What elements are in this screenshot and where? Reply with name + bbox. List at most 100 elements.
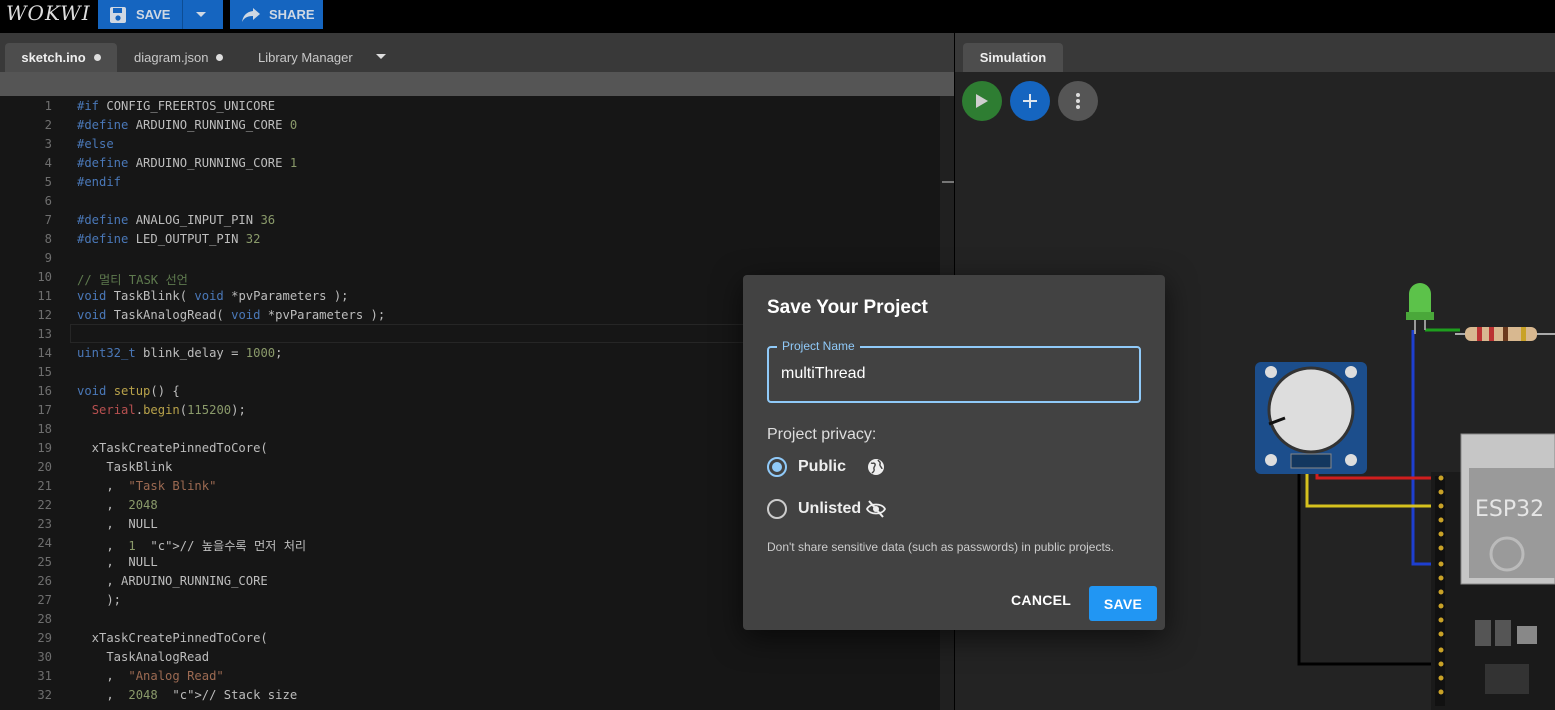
line-number: 12: [37, 308, 52, 322]
tab-label: diagram.json: [134, 50, 209, 65]
code-line[interactable]: , NULL: [77, 517, 157, 531]
line-number: 24: [37, 536, 52, 550]
resistor: [1455, 327, 1555, 341]
esp32-chip-label: ESP32: [1475, 497, 1544, 522]
more-options-button[interactable]: [1058, 81, 1098, 121]
tab-sketch-ino[interactable]: sketch.ino: [5, 43, 117, 72]
floppy-icon: [110, 6, 126, 23]
line-number: 10: [37, 270, 52, 284]
line-number: 6: [44, 194, 52, 208]
save-button-label: SAVE: [136, 7, 171, 22]
line-number: 32: [37, 688, 52, 702]
line-number: 18: [37, 422, 52, 436]
project-name-label: Project Name: [777, 339, 860, 353]
simulation-tab-bar: Simulation: [955, 33, 1555, 72]
line-number: 16: [37, 384, 52, 398]
code-line[interactable]: , ARDUINO_RUNNING_CORE: [77, 574, 267, 588]
start-simulation-button[interactable]: [962, 81, 1002, 121]
tab-library-manager[interactable]: Library Manager: [258, 43, 353, 72]
code-line[interactable]: , "Task Blink": [77, 479, 216, 493]
line-number: 17: [37, 403, 52, 417]
public-radio[interactable]: [767, 457, 787, 477]
editor-header-strip: [0, 72, 954, 96]
more-vert-icon: [1076, 93, 1080, 109]
code-line[interactable]: #define ANALOG_INPUT_PIN 36: [77, 213, 275, 227]
line-number: 14: [37, 346, 52, 360]
code-line[interactable]: uint32_t blink_delay = 1000;: [77, 346, 282, 360]
unsaved-dot-icon: [216, 54, 224, 61]
line-number: 13: [37, 327, 52, 341]
code-line[interactable]: , 1 "c">// 높을수록 먼저 처리: [77, 536, 306, 554]
line-number: 23: [37, 517, 52, 531]
unsaved-dot-icon: [93, 54, 101, 61]
line-number: 22: [37, 498, 52, 512]
code-line[interactable]: #define LED_OUTPUT_PIN 32: [77, 232, 260, 246]
code-line[interactable]: );: [77, 593, 121, 607]
add-part-button[interactable]: [1010, 81, 1050, 121]
dialog-title: Save Your Project: [767, 297, 928, 318]
share-button[interactable]: SHARE: [230, 0, 323, 29]
line-number: 1: [44, 99, 52, 113]
line-number: 31: [37, 669, 52, 683]
tab-diagram-json[interactable]: diagram.json: [134, 43, 224, 72]
save-project-dialog: Save Your Project Project Name Project p…: [743, 275, 1165, 630]
code-line[interactable]: #if CONFIG_FREERTOS_UNICORE: [77, 99, 275, 113]
code-line[interactable]: TaskAnalogRead: [77, 650, 209, 664]
code-line[interactable]: , "Analog Read": [77, 669, 223, 683]
wokwi-logo[interactable]: WOKWI: [6, 1, 91, 25]
line-number: 20: [37, 460, 52, 474]
globe-icon: [868, 459, 884, 475]
code-line[interactable]: xTaskCreatePinnedToCore(: [77, 441, 268, 455]
save-button[interactable]: SAVE: [98, 0, 223, 29]
line-number: 5: [44, 175, 52, 189]
unlisted-radio[interactable]: [767, 499, 787, 519]
code-line[interactable]: #else: [77, 137, 114, 151]
code-line[interactable]: #endif: [77, 175, 121, 189]
play-icon: [976, 94, 988, 108]
scrollbar-marker: [942, 181, 954, 183]
privacy-hint: Don't share sensitive data (such as pass…: [767, 540, 1115, 554]
code-line[interactable]: #define ARDUINO_RUNNING_CORE 0: [77, 118, 297, 132]
line-number: 3: [44, 137, 52, 151]
plus-icon: [1023, 94, 1037, 108]
project-name-input[interactable]: [781, 365, 1121, 383]
top-bar: WOKWI SAVE SHARE: [0, 0, 1555, 33]
line-number: 29: [37, 631, 52, 645]
line-number: 21: [37, 479, 52, 493]
public-option-label[interactable]: Public: [798, 458, 846, 476]
tab-label: sketch.ino: [21, 50, 86, 65]
unlisted-option-label[interactable]: Unlisted: [798, 500, 861, 518]
code-line[interactable]: Serial.begin(115200);: [77, 403, 246, 417]
line-number: 19: [37, 441, 52, 455]
line-number: 30: [37, 650, 52, 664]
code-line[interactable]: void TaskBlink( void *pvParameters );: [77, 289, 349, 303]
code-line[interactable]: , NULL: [77, 555, 157, 569]
project-name-field[interactable]: Project Name: [767, 339, 1141, 403]
eye-off-icon: [866, 500, 886, 518]
code-line[interactable]: void TaskAnalogRead( void *pvParameters …: [77, 308, 385, 322]
code-line[interactable]: #define ARDUINO_RUNNING_CORE 1: [77, 156, 297, 170]
line-number: 7: [44, 213, 52, 227]
line-number: 2: [44, 118, 52, 132]
code-line[interactable]: xTaskCreatePinnedToCore(: [77, 631, 268, 645]
tabs-dropdown-icon[interactable]: [376, 54, 386, 60]
code-line[interactable]: TaskBlink: [77, 460, 172, 474]
line-number: 8: [44, 232, 52, 246]
line-number: 28: [37, 612, 52, 626]
line-number: 26: [37, 574, 52, 588]
privacy-label: Project privacy:: [767, 426, 877, 443]
line-number: 25: [37, 555, 52, 569]
line-number: 4: [44, 156, 52, 170]
line-number: 11: [37, 289, 52, 303]
dialog-save-button[interactable]: SAVE: [1089, 586, 1157, 621]
line-number: 9: [44, 251, 52, 265]
split-separator: [182, 0, 183, 29]
cancel-button[interactable]: CANCEL: [1011, 592, 1071, 608]
share-button-label: SHARE: [269, 7, 315, 22]
code-line[interactable]: , 2048: [77, 498, 157, 512]
caret-down-icon[interactable]: [195, 11, 207, 19]
code-line[interactable]: // 멀티 TASK 선언: [77, 270, 188, 288]
tab-simulation[interactable]: Simulation: [963, 43, 1063, 72]
code-line[interactable]: , 2048 "c">// Stack size: [77, 688, 297, 702]
code-line[interactable]: void setup() {: [77, 384, 180, 398]
